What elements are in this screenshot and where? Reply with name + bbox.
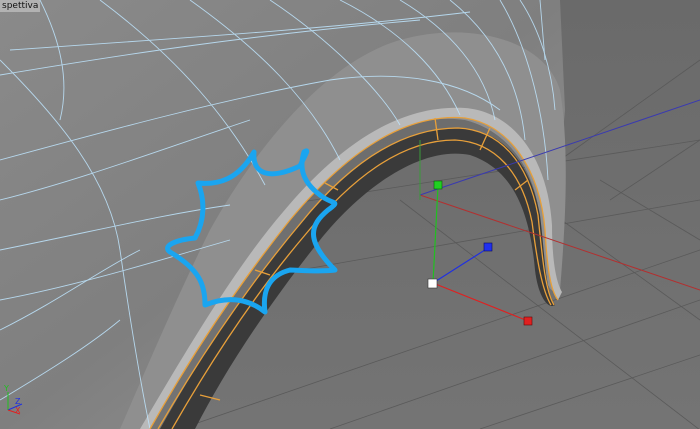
gizmo-z-handle[interactable] <box>483 242 493 252</box>
gizmo-z-label: Z <box>15 397 21 406</box>
gizmo-y-handle[interactable] <box>433 180 443 190</box>
gizmo-x-label: X <box>15 406 21 415</box>
viewport-label[interactable]: spettiva <box>0 0 41 12</box>
viewport-canvas[interactable] <box>0 0 700 429</box>
gizmo-x-handle[interactable] <box>523 316 533 326</box>
gizmo-origin-handle[interactable] <box>427 278 438 289</box>
gizmo-y-label: Y <box>4 384 9 393</box>
3d-viewport[interactable]: spettiva Y Z X <box>0 0 700 429</box>
